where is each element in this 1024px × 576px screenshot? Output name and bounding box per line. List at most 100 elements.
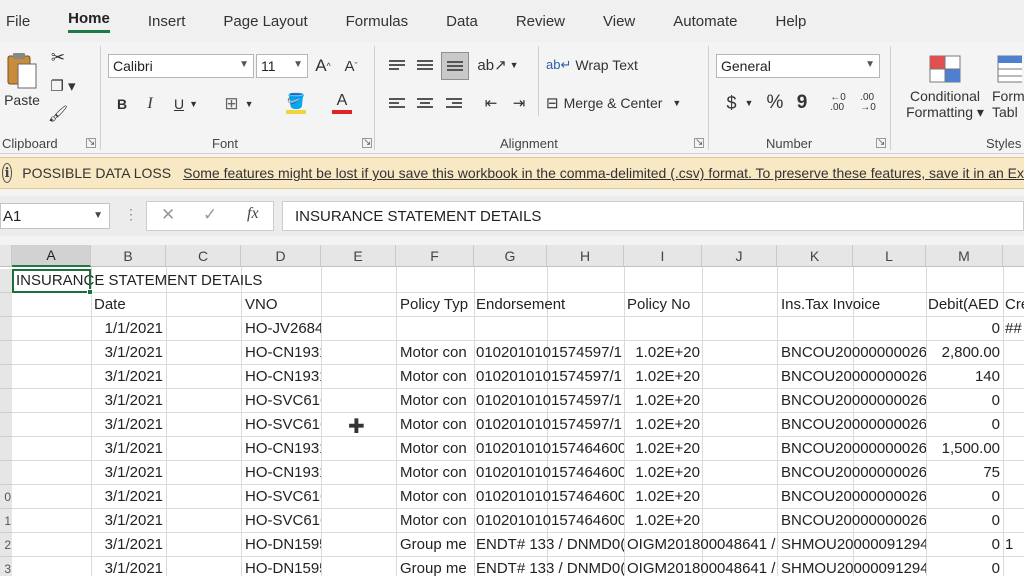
- menu-home[interactable]: Home: [68, 10, 110, 33]
- cell-date[interactable]: 3/1/2021: [92, 557, 163, 576]
- header-credit[interactable]: Cre: [1005, 293, 1024, 317]
- align-right-button[interactable]: [443, 90, 465, 116]
- cell-policy-type[interactable]: Motor con: [400, 413, 474, 437]
- name-box[interactable]: A1 ▼: [0, 203, 110, 229]
- cell-policy-no[interactable]: 1.02E+20: [624, 413, 700, 437]
- column-header-k[interactable]: K: [777, 245, 853, 267]
- column-header-d[interactable]: D: [241, 245, 321, 267]
- conditional-formatting-button[interactable]: Conditional Formatting ▾: [900, 48, 990, 126]
- cell-debit[interactable]: 0: [926, 533, 1000, 557]
- row-header[interactable]: 1: [0, 509, 12, 533]
- cell-debit[interactable]: 0: [926, 557, 1000, 576]
- column-header-a[interactable]: A: [12, 245, 91, 267]
- orientation-button[interactable]: ab↗ ▼: [477, 52, 518, 78]
- header-endorsement[interactable]: Endorsement: [476, 293, 624, 317]
- cell-policy-type[interactable]: Group me: [400, 557, 474, 576]
- format-painter-button[interactable]: 🖌: [46, 102, 70, 126]
- cell-endorsement[interactable]: 0102010101574646000: [476, 437, 624, 461]
- cell-credit[interactable]: 1: [1005, 533, 1024, 557]
- cell-vno[interactable]: HO-SVC6167: [245, 509, 321, 533]
- column-header-c[interactable]: C: [166, 245, 241, 267]
- font-color-button[interactable]: A: [322, 90, 362, 116]
- grow-font-button[interactable]: A ^: [312, 54, 334, 78]
- row-header[interactable]: [0, 317, 12, 341]
- menu-formulas[interactable]: Formulas: [346, 13, 409, 30]
- cell-tax-invoice[interactable]: BNCOU200000000264: [781, 389, 926, 413]
- row-header[interactable]: [0, 389, 12, 413]
- column-header-g[interactable]: G: [474, 245, 547, 267]
- check-icon[interactable]: ✓: [203, 205, 217, 225]
- menu-data[interactable]: Data: [446, 13, 478, 30]
- cell-date[interactable]: 1/1/2021: [92, 317, 163, 341]
- cell-vno[interactable]: HO-CN19316: [245, 437, 321, 461]
- cell-policy-type[interactable]: Motor con: [400, 365, 474, 389]
- bold-button[interactable]: B: [112, 92, 132, 116]
- copy-button[interactable]: ❐ ▾: [46, 74, 80, 98]
- cell-tax-invoice[interactable]: BNCOU200000000264: [781, 413, 926, 437]
- cell-vno[interactable]: HO-SVC6166: [245, 389, 321, 413]
- warning-message-link[interactable]: Some features might be lost if you save …: [183, 165, 1024, 181]
- cell-date[interactable]: 3/1/2021: [92, 485, 163, 509]
- cell-tax-invoice[interactable]: BNCOU200000000264: [781, 341, 926, 365]
- align-left-button[interactable]: [386, 90, 408, 116]
- row-header[interactable]: 3: [0, 557, 12, 576]
- clipboard-launcher-icon[interactable]: ↘: [86, 138, 96, 148]
- row-header[interactable]: [0, 269, 12, 293]
- merge-center-button[interactable]: ⊟ Merge & Center ▼: [546, 90, 696, 116]
- cell-endorsement[interactable]: 0102010101574597/1: [476, 365, 624, 389]
- select-all-corner[interactable]: [0, 245, 12, 267]
- column-header-e[interactable]: E: [321, 245, 396, 267]
- header-debit[interactable]: Debit(AED: [928, 293, 1003, 317]
- cell-date[interactable]: 3/1/2021: [92, 341, 163, 365]
- column-header-h[interactable]: H: [547, 245, 624, 267]
- cell-policy-no[interactable]: 1.02E+20: [624, 341, 700, 365]
- align-center-button[interactable]: [414, 90, 436, 116]
- cell-vno[interactable]: HO-JV26846: [245, 317, 321, 341]
- menu-page-layout[interactable]: Page Layout: [223, 13, 307, 30]
- menu-view[interactable]: View: [603, 13, 635, 30]
- header-policy-no[interactable]: Policy No: [627, 293, 701, 317]
- cancel-icon[interactable]: ✕: [161, 205, 175, 225]
- cell-endorsement[interactable]: 0102010101574646000: [476, 485, 624, 509]
- cell-tax-invoice[interactable]: SHMOU20000091294: [781, 533, 926, 557]
- cell-tax-invoice[interactable]: BNCOU200000000264: [781, 365, 926, 389]
- cell-policy-no[interactable]: OIGM201800048641 /: [627, 533, 779, 557]
- cell-policy-type[interactable]: Motor con: [400, 437, 474, 461]
- cell-policy-no[interactable]: 1.02E+20: [624, 437, 700, 461]
- formula-input[interactable]: INSURANCE STATEMENT DETAILS: [282, 201, 1024, 231]
- cell-policy-no[interactable]: 1.02E+20: [624, 485, 700, 509]
- cell-debit[interactable]: 0: [926, 413, 1000, 437]
- cell-tax-invoice[interactable]: BNCOU200000000268: [781, 437, 926, 461]
- row-header[interactable]: [0, 341, 12, 365]
- header-vno[interactable]: VNO: [245, 293, 321, 317]
- align-top-button[interactable]: [386, 52, 408, 78]
- cell-vno[interactable]: HO-CN19315: [245, 365, 321, 389]
- column-header-m[interactable]: M: [926, 245, 1003, 267]
- comma-style-button[interactable]: 9: [792, 90, 812, 116]
- alignment-launcher-icon[interactable]: ↘: [694, 138, 704, 148]
- fill-handle[interactable]: [87, 289, 93, 295]
- header-policy-type[interactable]: Policy Typ: [400, 293, 474, 317]
- format-as-table-button[interactable]: Form Tabl: [992, 48, 1024, 126]
- row-header[interactable]: 0: [0, 485, 12, 509]
- insert-function-icon[interactable]: fx: [247, 205, 259, 223]
- row-header[interactable]: [0, 293, 12, 317]
- column-header-i[interactable]: I: [624, 245, 702, 267]
- cell-vno[interactable]: HO-DN159578: [245, 557, 321, 576]
- column-header-b[interactable]: B: [91, 245, 166, 267]
- cell-debit[interactable]: 0: [926, 389, 1000, 413]
- wrap-text-button[interactable]: ab↵ Wrap Text: [546, 52, 646, 78]
- menu-insert[interactable]: Insert: [148, 13, 186, 30]
- column-header-l[interactable]: L: [853, 245, 926, 267]
- cell-tax-invoice[interactable]: SHMOU20000091294: [781, 557, 926, 576]
- increase-decimal-button[interactable]: ←0.00: [826, 90, 850, 116]
- cell-policy-type[interactable]: Motor con: [400, 389, 474, 413]
- paste-button[interactable]: Paste: [2, 46, 42, 114]
- cell-debit[interactable]: 2,800.00: [926, 341, 1000, 365]
- cell-date[interactable]: 3/1/2021: [92, 389, 163, 413]
- align-middle-button[interactable]: [414, 52, 436, 78]
- underline-button[interactable]: U ▼: [166, 92, 206, 116]
- cell-date[interactable]: 3/1/2021: [92, 461, 163, 485]
- column-header-j[interactable]: J: [702, 245, 777, 267]
- cell-policy-type[interactable]: Motor con: [400, 485, 474, 509]
